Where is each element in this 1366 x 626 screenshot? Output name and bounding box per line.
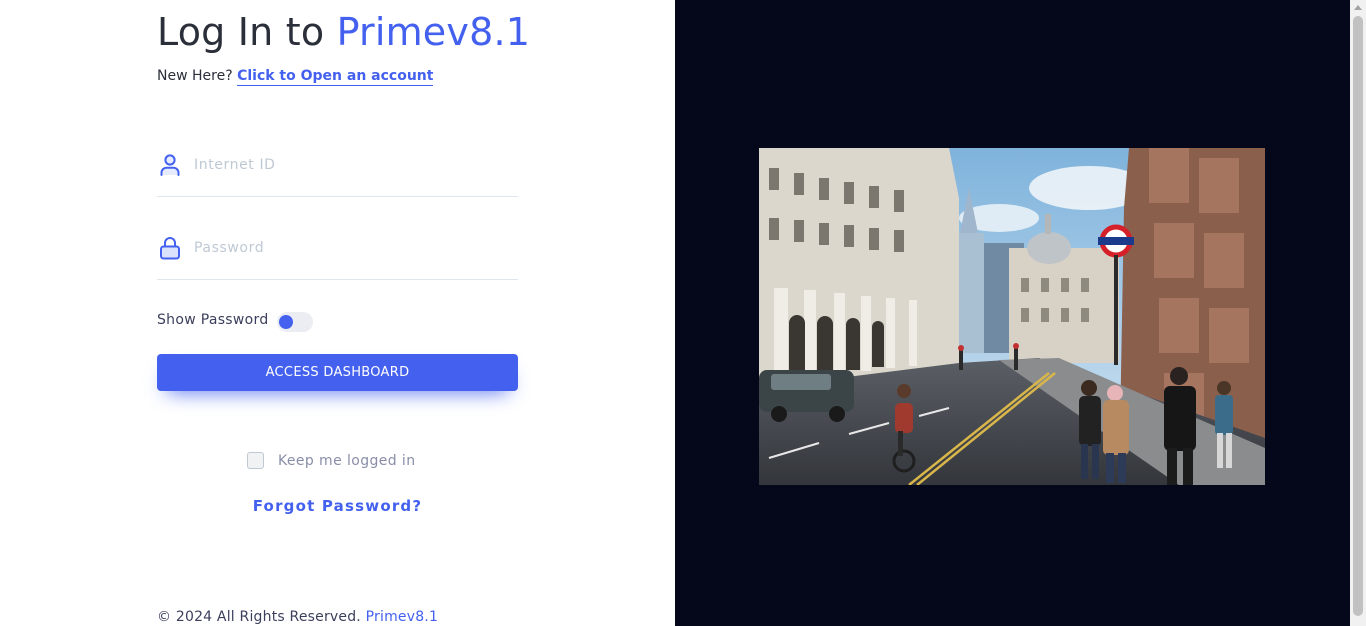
internet-id-input[interactable]	[192, 150, 516, 180]
footer: © 2024 All Rights Reserved. Primev8.1	[157, 609, 438, 625]
keep-logged-in-checkbox[interactable]	[247, 452, 264, 469]
footer-brand: Primev8.1	[365, 609, 439, 625]
lock-icon	[159, 236, 181, 260]
keep-logged-in-label[interactable]: Keep me logged in	[278, 453, 416, 469]
show-password-label: Show Password	[157, 312, 269, 328]
open-account-link[interactable]: Click to Open an account	[237, 68, 434, 86]
password-input[interactable]	[192, 233, 516, 263]
toggle-knob	[279, 315, 293, 329]
page-scrollbar[interactable]	[1350, 0, 1366, 626]
title-prefix: Log In to	[157, 10, 325, 54]
internet-id-field	[157, 138, 518, 197]
title-brand: Primev8.1	[336, 10, 531, 54]
signup-prompt: New Here? Click to Open an account	[157, 68, 434, 86]
access-dashboard-button[interactable]: ACCESS DASHBOARD	[157, 354, 518, 391]
show-password-toggle[interactable]	[277, 312, 313, 332]
forgot-password-link[interactable]: Forgot Password?	[157, 497, 518, 515]
page-title: Log In to Primev8.1	[157, 10, 530, 54]
city-street-photo	[759, 148, 1265, 485]
password-field	[157, 221, 518, 280]
user-icon	[159, 153, 181, 177]
login-panel: Log In to Primev8.1 New Here? Click to O…	[0, 0, 675, 626]
new-here-text: New Here?	[157, 68, 233, 84]
footer-copyright: © 2024 All Rights Reserved.	[157, 609, 361, 625]
scroll-up-arrow-icon[interactable]	[1354, 5, 1362, 10]
scrollbar-thumb[interactable]	[1353, 16, 1363, 616]
